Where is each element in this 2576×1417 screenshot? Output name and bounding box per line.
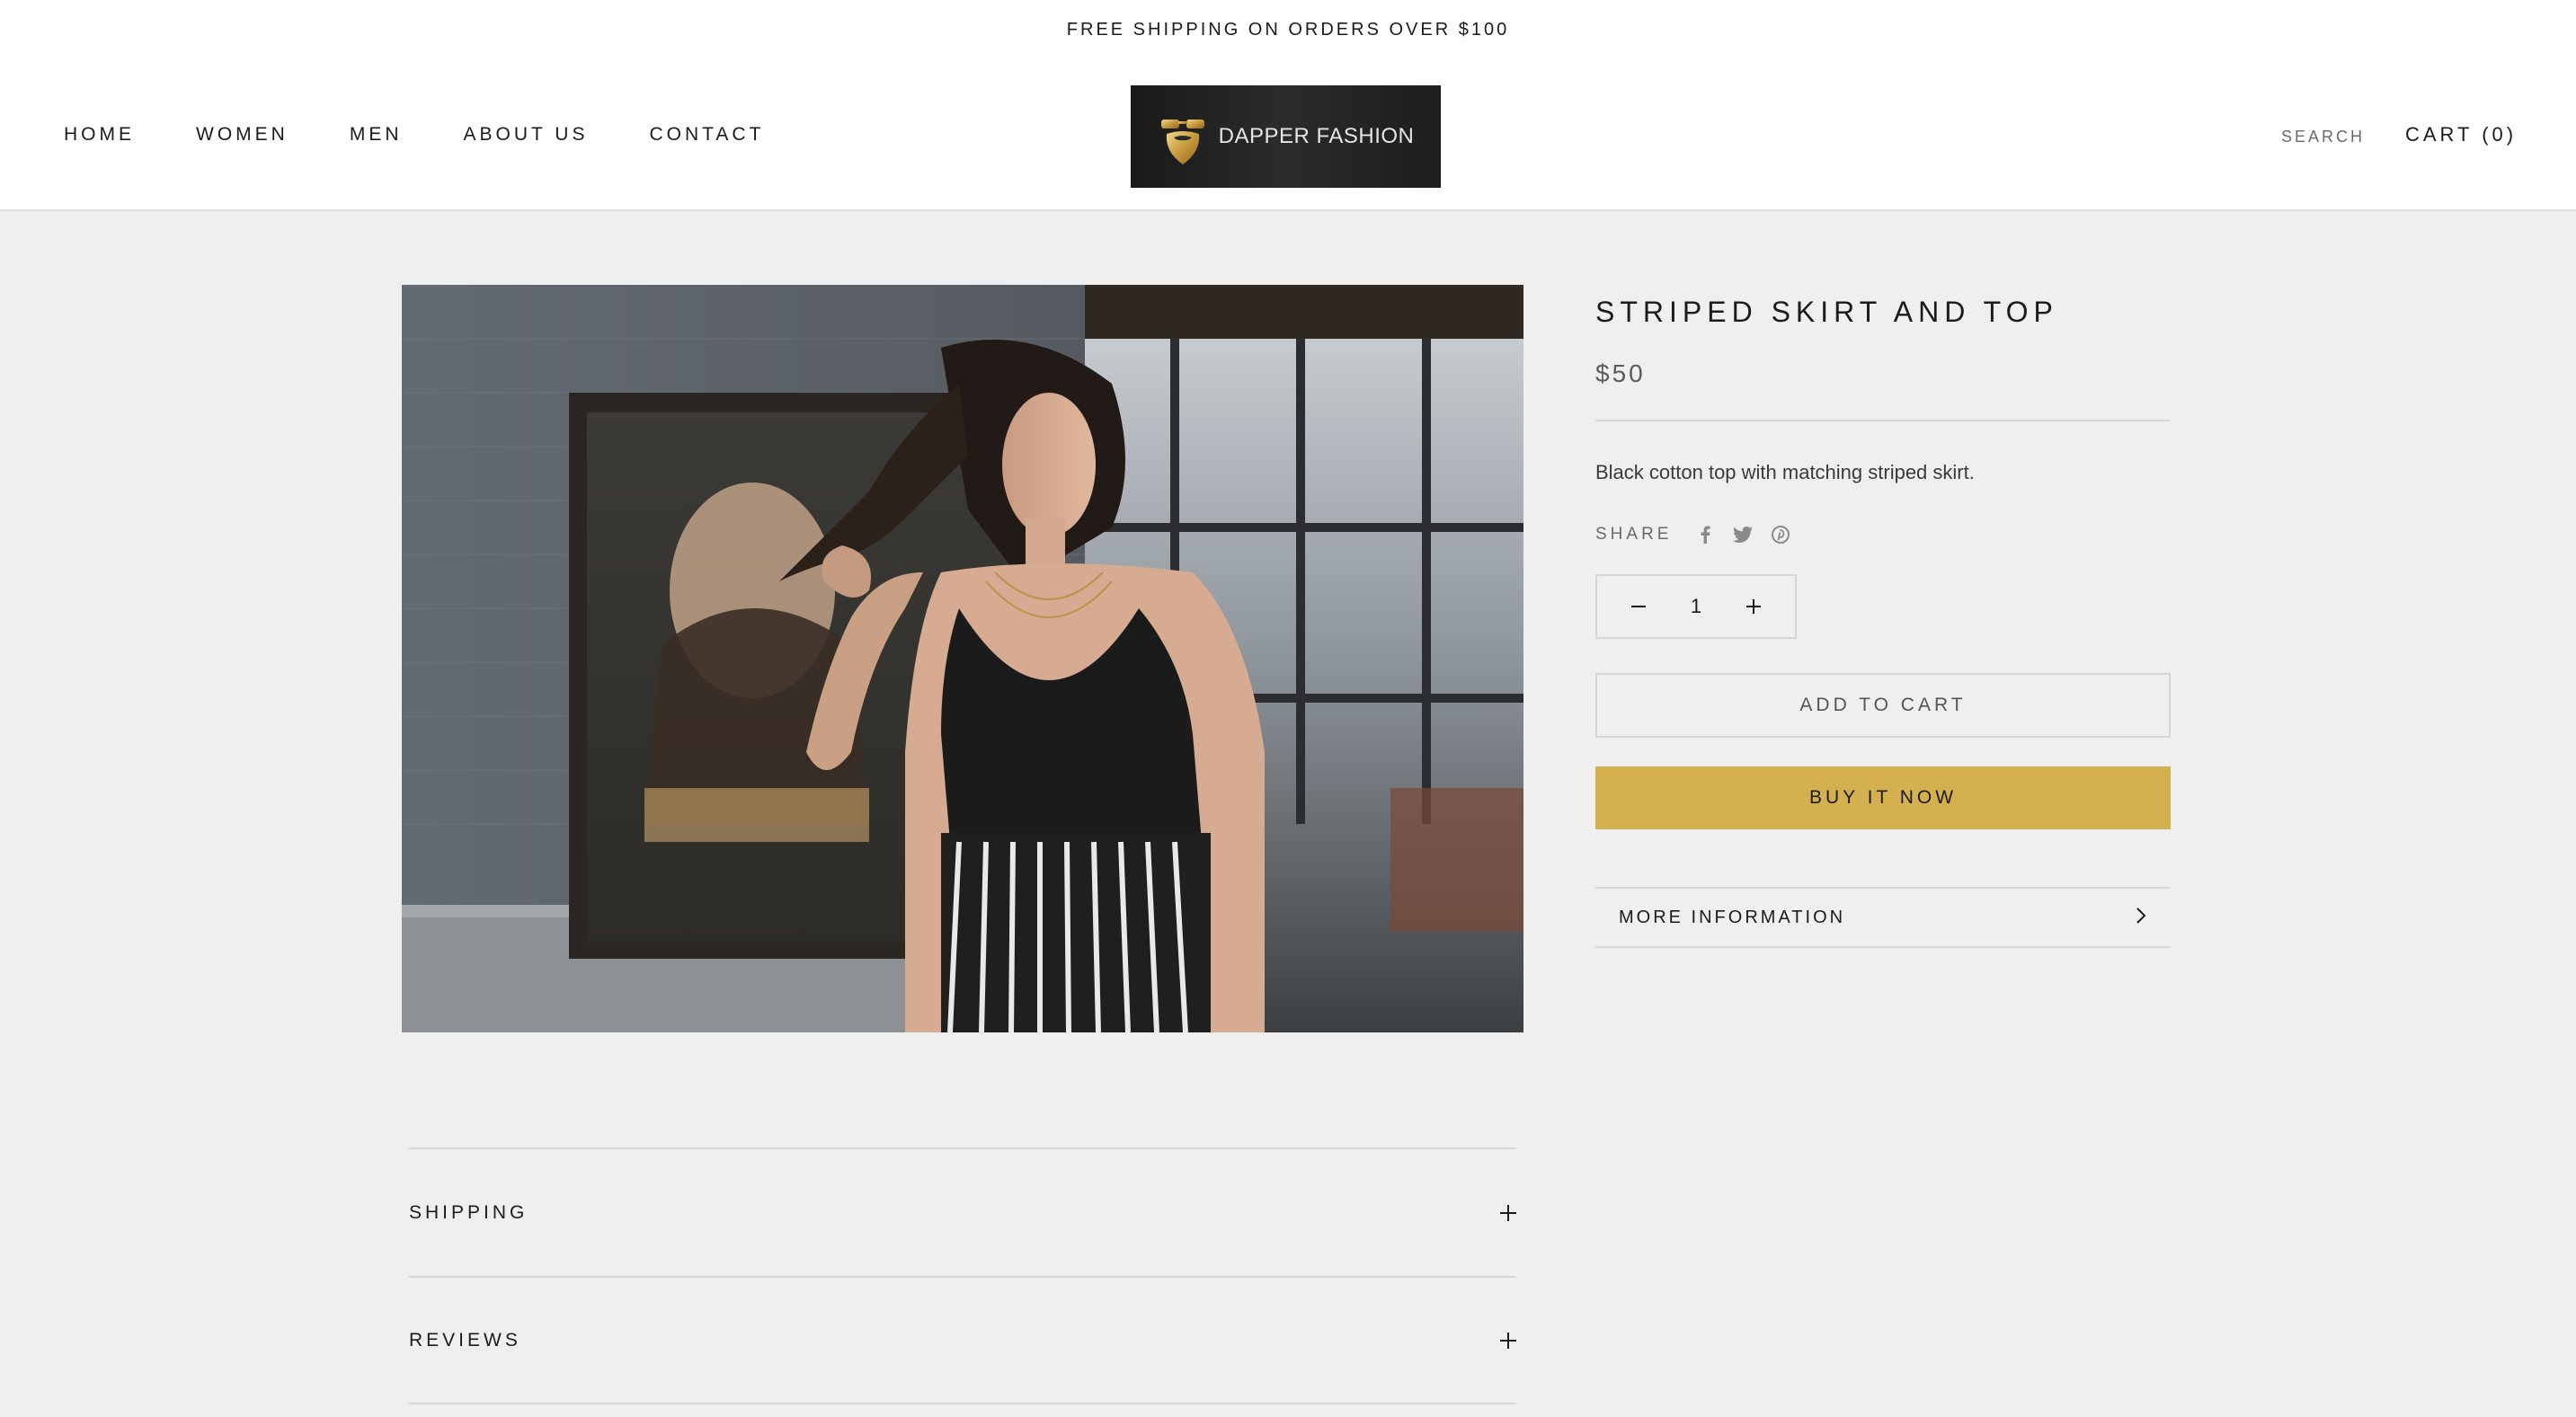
pinterest-icon[interactable] [1771, 525, 1790, 545]
product-title: STRIPED SKIRT AND TOP [1595, 296, 2058, 328]
nav-women[interactable]: WOMEN [196, 121, 289, 148]
divider [1595, 420, 2171, 421]
share-label: SHARE [1595, 525, 1673, 544]
share-row: SHARE [1595, 522, 2171, 547]
product-image[interactable] [402, 285, 1523, 1032]
more-information-label: MORE INFORMATION [1619, 907, 1846, 927]
logo-text: DAPPER FASHION [1218, 124, 1415, 148]
facebook-icon[interactable] [1695, 525, 1715, 545]
twitter-icon[interactable] [1733, 525, 1754, 545]
announcement-text: FREE SHIPPING ON ORDERS OVER $100 [1066, 19, 1510, 40]
product-accordion: SHIPPING REVIEWS [409, 1147, 1516, 1404]
plus-icon [1500, 1332, 1516, 1349]
plus-icon[interactable] [1743, 596, 1764, 617]
minus-icon[interactable] [1628, 596, 1649, 617]
quantity-value[interactable]: 1 [1691, 595, 1701, 618]
product-info: STRIPED SKIRT AND TOP $50 Black cotton t… [1595, 285, 2171, 948]
search-link[interactable]: SEARCH [2281, 123, 2365, 150]
buy-it-now-button[interactable]: BUY IT NOW [1595, 766, 2171, 829]
plus-icon [1500, 1204, 1516, 1221]
main-nav: HOME WOMEN MEN ABOUT US CONTACT [64, 121, 825, 148]
announcement-bar: FREE SHIPPING ON ORDERS OVER $100 [0, 0, 2576, 59]
accordion-reviews[interactable]: REVIEWS [409, 1276, 1516, 1404]
more-information-link[interactable]: MORE INFORMATION [1595, 887, 2171, 948]
quantity-stepper: 1 [1595, 574, 1797, 639]
product-description: Black cotton top with matching striped s… [1595, 461, 1975, 483]
accordion-label: REVIEWS [409, 1329, 521, 1351]
nav-about-us[interactable]: ABOUT US [464, 121, 589, 148]
site-logo[interactable]: DAPPER FASHION [1131, 85, 1441, 188]
site-header: HOME WOMEN MEN ABOUT US CONTACT DAPPER F… [0, 59, 2576, 211]
add-to-cart-button[interactable]: ADD TO CART [1595, 673, 2171, 738]
cart-link[interactable]: CART (0) [2405, 121, 2517, 148]
product-price: $50 [1595, 359, 1646, 387]
nav-contact[interactable]: CONTACT [649, 121, 764, 148]
nav-home[interactable]: HOME [64, 121, 135, 148]
accordion-label: SHIPPING [409, 1201, 529, 1223]
beard-logo-icon [1158, 107, 1208, 166]
nav-men[interactable]: MEN [350, 121, 403, 148]
chevron-right-icon [2135, 907, 2147, 929]
accordion-shipping[interactable]: SHIPPING [409, 1147, 1516, 1276]
